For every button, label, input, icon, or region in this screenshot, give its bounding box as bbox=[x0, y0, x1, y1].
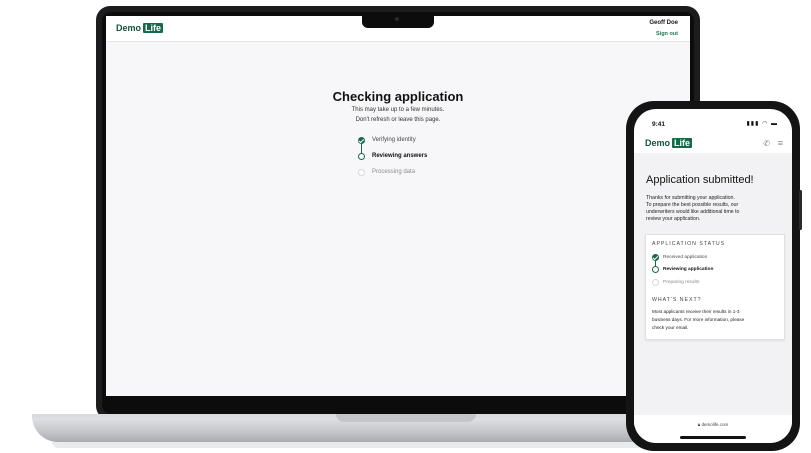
progress-steps: Verifying identity Reviewing answers Pro… bbox=[358, 132, 427, 180]
status-card: APPLICATION STATUS Received application … bbox=[645, 234, 785, 340]
active-circle-icon bbox=[652, 266, 659, 274]
status-time: 9:41 bbox=[652, 121, 666, 128]
phone-icon[interactable]: ✆ bbox=[763, 139, 770, 148]
step-label: Reviewing application bbox=[663, 267, 714, 273]
intro-line: Thanks for submitting your application. bbox=[646, 195, 735, 201]
progress-steps: Received application Reviewing applicati… bbox=[652, 251, 713, 289]
check-circle-icon bbox=[652, 253, 659, 261]
logo-box: Life bbox=[672, 138, 693, 148]
next-text-line: check your email. bbox=[652, 325, 689, 330]
next-text-line: business days. For more information, ple… bbox=[652, 317, 745, 322]
lock-icon: 🔒︎ bbox=[697, 422, 701, 427]
step-label: Preparing results bbox=[663, 279, 700, 285]
browser-url-bar[interactable] bbox=[634, 415, 792, 443]
camera-icon bbox=[395, 17, 399, 21]
active-circle-icon bbox=[358, 152, 365, 160]
phone-side-button bbox=[799, 190, 802, 230]
battery-icon: ▬ bbox=[771, 121, 778, 127]
subtitle-line: This may take up to a few minutes. bbox=[351, 107, 445, 113]
status-icons: ▮▮▮ ◠ ▬ bbox=[747, 120, 779, 127]
laptop-hinge-cutout bbox=[336, 414, 476, 422]
home-indicator[interactable] bbox=[680, 436, 746, 439]
step-label: Processing data bbox=[372, 169, 416, 175]
demolife-logo[interactable]: Demo Life bbox=[645, 138, 693, 148]
wifi-icon: ◠ bbox=[762, 121, 769, 127]
step-label: Received application bbox=[663, 254, 708, 260]
pending-circle-icon bbox=[358, 168, 365, 176]
step-label: Reviewing answers bbox=[372, 153, 428, 159]
logo-word: Demo bbox=[116, 23, 142, 33]
url-text[interactable]: 🔒︎ demolife.com bbox=[634, 422, 792, 427]
pending-circle-icon bbox=[652, 278, 659, 286]
mobile-screen: 9:41 ▮▮▮ ◠ ▬ Demo Life ✆ ≡ Application s… bbox=[634, 109, 792, 443]
step-item: Received application bbox=[652, 251, 713, 264]
url-label: demolife.com bbox=[701, 422, 729, 427]
status-heading: APPLICATION STATUS bbox=[652, 241, 726, 247]
desktop-screen: Demo Life Geoff Doe Sign out Checking ap… bbox=[106, 16, 690, 396]
step-item: Preparing results bbox=[652, 276, 713, 289]
step-item: Reviewing application bbox=[652, 264, 713, 277]
menu-icon[interactable]: ≡ bbox=[778, 138, 783, 148]
check-circle-icon bbox=[358, 136, 365, 144]
logo-box: Life bbox=[143, 23, 164, 33]
camera-notch bbox=[362, 14, 434, 28]
logo-word: Demo bbox=[645, 138, 671, 148]
page-title: Application submitted! bbox=[646, 174, 754, 186]
sign-out-link[interactable]: Sign out bbox=[656, 31, 678, 37]
step-label: Verifying identity bbox=[372, 137, 416, 143]
next-text-line: Most applicants receive their results in… bbox=[652, 309, 740, 314]
step-item: Verifying identity bbox=[358, 132, 427, 148]
step-item: Reviewing answers bbox=[358, 148, 427, 164]
intro-line: To prepare the best possible results, ou… bbox=[646, 202, 739, 208]
intro-line: review your application. bbox=[646, 216, 701, 222]
demolife-logo[interactable]: Demo Life bbox=[116, 23, 164, 33]
intro-line: underwriters would like additional time … bbox=[646, 209, 740, 215]
next-heading: WHAT'S NEXT? bbox=[652, 297, 702, 303]
user-name: Geoff Doe bbox=[649, 20, 678, 26]
subtitle-line: Don't refresh or leave this page. bbox=[355, 117, 441, 123]
page-title: Checking application bbox=[332, 89, 464, 104]
signal-icon: ▮▮▮ bbox=[746, 121, 760, 127]
step-item: Processing data bbox=[358, 164, 427, 180]
